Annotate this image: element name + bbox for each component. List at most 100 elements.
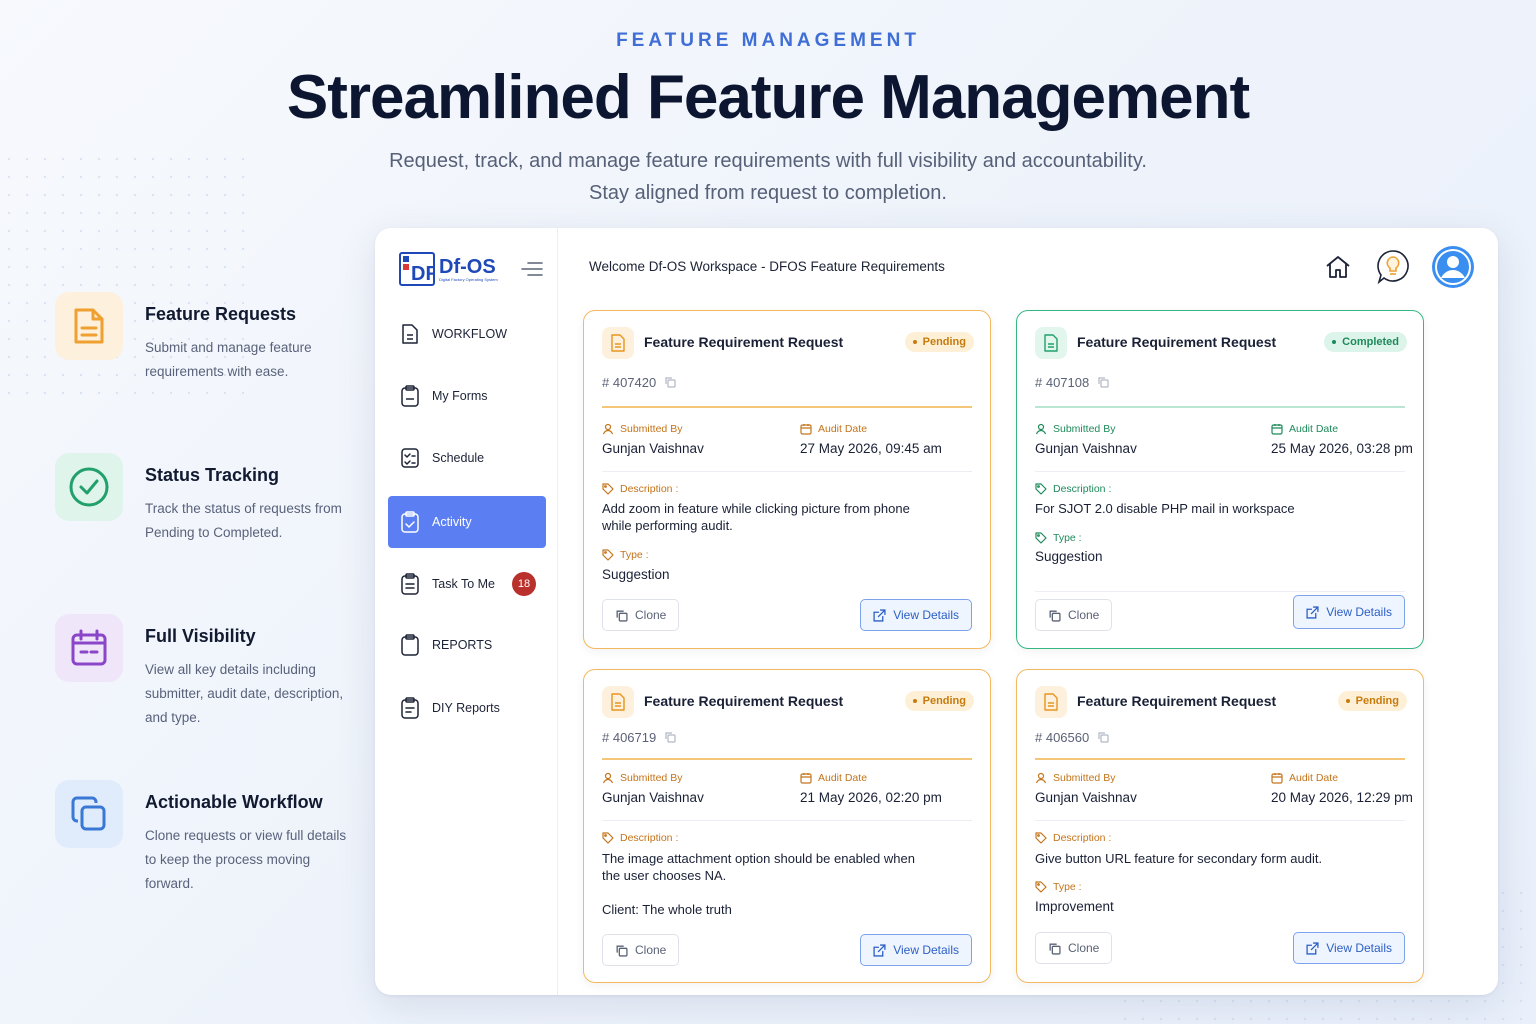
audit-date-value: 25 May 2026, 03:28 pm	[1271, 441, 1413, 456]
audit-date-label: Audit Date	[800, 772, 867, 784]
clone-button[interactable]: Clone	[1035, 932, 1113, 964]
copy-icon	[55, 780, 123, 848]
logo-mark-text: DF	[411, 263, 433, 284]
page-title: Welcome Df-OS Workspace - DFOS Feature R…	[589, 259, 945, 274]
app-window: DF Df-OS Digital Factory Operating Syste…	[375, 228, 1498, 995]
status-badge: Pending	[904, 332, 974, 352]
feature-desc: Submit and manage feature requirements w…	[145, 340, 312, 379]
tag-icon	[1035, 532, 1047, 544]
request-id: # 407108	[1035, 375, 1109, 391]
audit-date-label: Audit Date	[800, 423, 867, 435]
feature-title: Full Visibility	[145, 626, 256, 646]
home-icon[interactable]	[1323, 252, 1353, 287]
type-label: Type :	[1035, 532, 1082, 544]
type-label: Type :	[602, 549, 649, 561]
feature-request-card: Feature Requirement Request Pending # 40…	[583, 310, 991, 649]
external-link-icon	[1306, 605, 1319, 619]
external-link-icon	[873, 943, 886, 957]
copy-icon[interactable]	[664, 376, 676, 391]
description-label: Description :	[602, 483, 678, 495]
external-link-icon	[873, 608, 886, 622]
user-icon	[602, 772, 614, 784]
description-text: Give button URL feature for secondary fo…	[1035, 851, 1323, 866]
clone-button[interactable]: Clone	[1035, 599, 1113, 631]
sidebar-item-workflow[interactable]: WORKFLOW	[388, 308, 546, 360]
submitted-by-label: Submitted By	[1035, 772, 1115, 784]
clipboard-text-icon	[400, 697, 420, 719]
submitted-by-label: Submitted By	[1035, 423, 1115, 435]
copy-icon	[1049, 943, 1061, 955]
audit-date-value: 21 May 2026, 02:20 pm	[800, 790, 942, 805]
card-title: Feature Requirement Request	[1077, 693, 1277, 709]
sidebar-item-task-to-me[interactable]: Task To Me 18	[388, 558, 546, 610]
calendar-icon	[55, 614, 123, 682]
sidebar-item-activity[interactable]: Activity	[388, 496, 546, 548]
audit-date-label: Audit Date	[1271, 772, 1338, 784]
submitted-by-value: Gunjan Vaishnav	[602, 441, 704, 456]
submitted-by-label: Submitted By	[602, 772, 682, 784]
clipboard-check-icon	[400, 511, 420, 533]
submitted-by-value: Gunjan Vaishnav	[1035, 441, 1137, 456]
copy-icon[interactable]	[664, 731, 676, 746]
tag-icon	[1035, 881, 1047, 893]
feature-request-card: Feature Requirement Request Pending # 40…	[1016, 669, 1424, 983]
divider	[1035, 591, 1405, 592]
tag-icon	[602, 832, 614, 844]
view-details-button[interactable]: View Details	[860, 599, 972, 631]
description-text: Add zoom in feature while clicking pictu…	[602, 501, 910, 516]
sidebar-item-schedule[interactable]: Schedule	[388, 432, 546, 484]
hero-subtitle: Request, track, and manage feature requi…	[389, 150, 1147, 172]
avatar[interactable]	[1431, 245, 1475, 294]
copy-icon[interactable]	[1097, 376, 1109, 391]
menu-toggle-icon[interactable]	[520, 260, 544, 283]
submitted-by-value: Gunjan Vaishnav	[1035, 790, 1137, 805]
card-title: Feature Requirement Request	[644, 334, 844, 350]
description-text: For SJOT 2.0 disable PHP mail in workspa…	[1035, 501, 1295, 516]
clone-button[interactable]: Clone	[602, 934, 680, 966]
idea-icon[interactable]	[1375, 248, 1411, 291]
description-text: while performing audit.	[602, 518, 733, 533]
calendar-icon	[1271, 424, 1283, 435]
audit-date-value: 20 May 2026, 12:29 pm	[1271, 790, 1413, 805]
request-id: # 406560	[1035, 730, 1109, 746]
submitted-by-value: Gunjan Vaishnav	[602, 790, 704, 805]
type-value: Suggestion	[602, 567, 670, 582]
view-details-button[interactable]: View Details	[1293, 595, 1405, 629]
type-label: Type :	[1035, 881, 1082, 893]
divider	[602, 471, 972, 472]
document-icon	[400, 323, 420, 345]
copy-icon[interactable]	[1097, 731, 1109, 746]
calendar-icon	[800, 773, 812, 784]
sidebar-item-reports[interactable]: REPORTS	[388, 619, 546, 671]
view-details-button[interactable]: View Details	[1293, 932, 1405, 964]
document-icon	[602, 686, 634, 718]
request-id: # 406719	[602, 730, 676, 746]
copy-icon	[616, 945, 628, 957]
clipboard-list-icon	[400, 573, 420, 595]
calendar-icon	[1271, 773, 1283, 784]
external-link-icon	[1306, 941, 1319, 955]
status-badge: Completed	[1324, 332, 1407, 352]
description-text: Client: The whole truth	[602, 902, 732, 917]
divider	[602, 820, 972, 821]
divider	[1035, 820, 1405, 821]
clone-button[interactable]: Clone	[602, 599, 680, 631]
status-badge: Pending	[904, 691, 974, 711]
description-label: Description :	[1035, 483, 1111, 495]
tag-icon	[602, 549, 614, 561]
feature-request-card: Feature Requirement Request Completed # …	[1016, 310, 1424, 649]
type-value: Improvement	[1035, 899, 1114, 914]
submitted-by-label: Submitted By	[602, 423, 682, 435]
view-details-button[interactable]: View Details	[860, 934, 972, 966]
sidebar-item-label: Task To Me	[432, 577, 495, 591]
type-value: Suggestion	[1035, 549, 1103, 564]
feature-desc: Clone requests or view full details to k…	[145, 828, 347, 891]
sidebar-item-my-forms[interactable]: My Forms	[388, 370, 546, 422]
description-label: Description :	[602, 832, 678, 844]
sidebar-item-label: My Forms	[432, 389, 488, 403]
description-text: the user chooses NA.	[602, 868, 727, 883]
app-logo[interactable]: DF Df-OS Digital Factory Operating Syste…	[399, 252, 498, 286]
feature-request-card: Feature Requirement Request Pending # 40…	[583, 669, 991, 983]
divider	[1035, 758, 1405, 760]
sidebar-item-diy-reports[interactable]: DIY Reports	[388, 682, 546, 734]
